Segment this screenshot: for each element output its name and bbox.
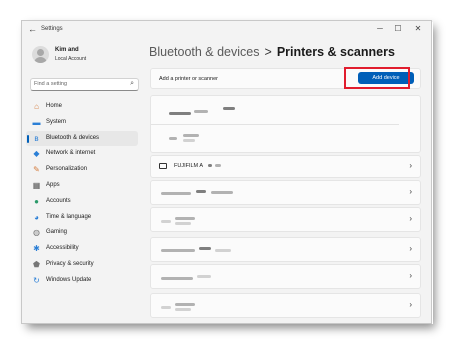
chevron-right-icon: › — [409, 271, 412, 280]
printer-row[interactable]: › — [150, 207, 421, 232]
gaming-icon: ◍ — [33, 228, 40, 238]
sidebar-item-personalization[interactable]: ✎ Personalization — [26, 162, 138, 178]
printer-row[interactable]: › — [150, 180, 421, 205]
printer-card-expanded[interactable] — [150, 95, 421, 153]
sidebar-item-label: Apps — [46, 181, 60, 188]
sidebar-nav: ⌂ Home ▬ System ʙ Bluetooth & devices ◆ Network… — [26, 99, 138, 289]
search-placeholder: Find a setting — [34, 81, 68, 87]
sidebar-item-label: Personalization — [46, 166, 88, 173]
sidebar-item-privacy-security[interactable]: ⬟ Privacy & security — [26, 257, 138, 273]
page-title: Printers & scanners — [276, 45, 395, 59]
sidebar-item-label: Time & language — [46, 213, 92, 220]
breadcrumb: Bluetooth & devices > Printers & scanners — [149, 45, 395, 59]
accessibility-icon: ✱ — [33, 244, 40, 254]
chevron-right-icon: › — [409, 187, 412, 196]
search-icon: ⌕ — [130, 80, 134, 87]
printer-row[interactable]: › — [150, 237, 421, 262]
minimize-button[interactable]: ─ — [374, 24, 386, 33]
user-name: Kim and — [55, 47, 79, 53]
back-arrow-icon[interactable]: ← — [28, 24, 37, 34]
printer-icon — [159, 163, 167, 169]
sidebar-item-time-language[interactable]: ◕ Time & language — [26, 210, 138, 226]
printer-row[interactable]: › — [150, 264, 421, 289]
printer-name: FUJIFILM A — [174, 163, 204, 169]
sidebar-item-label: Windows Update — [46, 276, 92, 283]
system-icon: ▬ — [32, 117, 41, 127]
sidebar-item-system[interactable]: ▬ System — [26, 115, 138, 131]
highlight-box — [344, 67, 410, 89]
account-type: Local Account — [55, 56, 87, 62]
bluetooth-icon: ʙ — [34, 133, 39, 143]
globe-icon: ◕ — [34, 212, 39, 222]
brush-icon: ✎ — [33, 165, 40, 175]
chevron-right-icon: › — [409, 161, 412, 170]
avatar[interactable] — [32, 46, 49, 63]
sidebar-item-home[interactable]: ⌂ Home — [26, 99, 138, 115]
sidebar-item-label: Gaming — [46, 229, 68, 236]
title-bar: ← Settings ─ ☐ ✕ — [22, 21, 431, 39]
sidebar-item-accessibility[interactable]: ✱ Accessibility — [26, 241, 138, 257]
sidebar-item-bluetooth-devices[interactable]: ʙ Bluetooth & devices — [26, 130, 138, 147]
printer-row[interactable]: › — [150, 293, 421, 318]
sidebar-item-apps[interactable]: ▦ Apps — [26, 178, 138, 194]
sidebar-item-label: System — [46, 118, 67, 125]
accounts-icon: ● — [34, 196, 39, 206]
breadcrumb-separator: > — [264, 45, 272, 59]
apps-icon: ▦ — [32, 180, 41, 190]
printer-row-fujifilm[interactable]: FUJIFILM A › — [150, 155, 421, 178]
sidebar-item-label: Accounts — [46, 197, 71, 204]
window-title: Settings — [41, 26, 63, 32]
sidebar-item-label: Privacy & security — [46, 260, 94, 267]
sidebar-item-network-internet[interactable]: ◆ Network & internet — [26, 146, 138, 162]
settings-window: ← Settings ─ ☐ ✕ Kim and Local Account F… — [21, 20, 432, 324]
sidebar-item-accounts[interactable]: ● Accounts — [26, 194, 138, 210]
add-printer-label: Add a printer or scanner — [159, 76, 219, 82]
chevron-right-icon: › — [409, 300, 412, 309]
sidebar-item-gaming[interactable]: ◍ Gaming — [26, 225, 138, 241]
sidebar-item-label: Network & internet — [46, 150, 96, 157]
chevron-right-icon: › — [409, 214, 412, 223]
sidebar-item-label: Bluetooth & devices — [46, 134, 100, 141]
search-input[interactable]: Find a setting ⌕ — [30, 78, 139, 91]
maximize-button[interactable]: ☐ — [392, 24, 404, 33]
update-icon: ↻ — [33, 275, 40, 285]
network-icon: ◆ — [33, 149, 40, 159]
breadcrumb-parent[interactable]: Bluetooth & devices — [149, 45, 260, 59]
home-icon: ⌂ — [34, 102, 39, 111]
chevron-right-icon: › — [409, 244, 412, 253]
sidebar-item-label: Home — [46, 103, 63, 109]
sidebar-item-windows-update[interactable]: ↻ Windows Update — [26, 273, 138, 289]
shield-icon: ⬟ — [33, 259, 40, 269]
close-button[interactable]: ✕ — [412, 24, 424, 33]
sidebar-item-label: Accessibility — [46, 245, 79, 252]
